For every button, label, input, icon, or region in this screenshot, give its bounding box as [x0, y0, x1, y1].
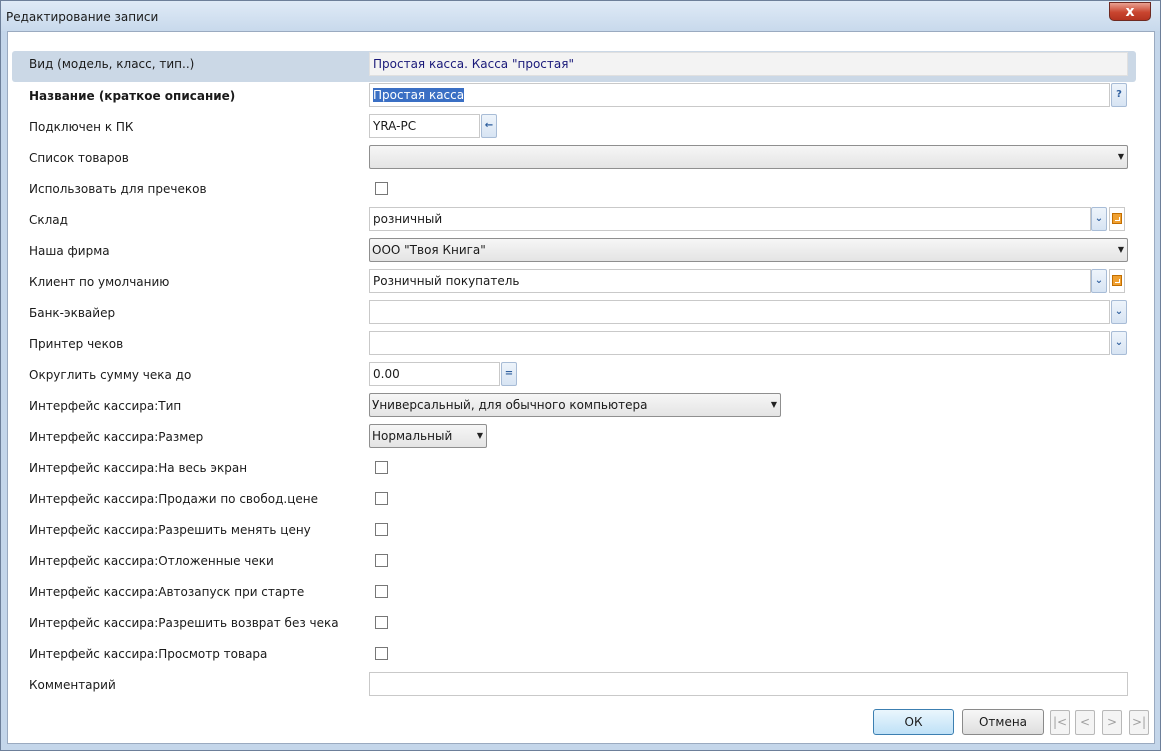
open-record-icon [1112, 275, 1122, 286]
dropdown-arrow-icon: ▼ [770, 400, 777, 409]
chevron-down-icon: ⌄ [1114, 337, 1124, 348]
prechecks-label: Использовать для пречеков [29, 182, 207, 196]
receipt-printer-input[interactable] [369, 331, 1110, 355]
chevron-down-icon: ⌄ [1094, 275, 1104, 286]
cashier-type-label: Интерфейс кассира:Тип [29, 399, 182, 413]
title-bar: Редактирование записи x [1, 1, 1160, 31]
warehouse-label: Склад [29, 213, 68, 227]
warehouse-input[interactable]: розничный [369, 207, 1091, 231]
cashier-size-label: Интерфейс кассира:Размер [29, 430, 204, 444]
our-company-value: ООО "Твоя Книга" [372, 243, 486, 257]
nav-first-icon[interactable]: |< [1050, 710, 1070, 735]
autostart-checkbox[interactable] [375, 585, 388, 598]
nav-next-icon[interactable]: > [1102, 710, 1122, 735]
open-record-icon [1112, 213, 1122, 224]
equals-button[interactable]: = [501, 362, 517, 386]
chevron-down-icon: ⌄ [1094, 213, 1104, 224]
form-area [7, 31, 1155, 744]
comment-label: Комментарий [29, 678, 116, 692]
window-title: Редактирование записи [6, 10, 159, 24]
prechecks-checkbox[interactable] [375, 182, 388, 195]
client-dropdown-button[interactable]: ⌄ [1091, 269, 1107, 293]
goods-list-select[interactable]: ▼ [369, 145, 1128, 169]
goods-list-label: Список товаров [29, 151, 129, 165]
kind-label: Вид (модель, класс, тип..) [29, 57, 195, 71]
warehouse-dropdown-button[interactable]: ⌄ [1091, 207, 1107, 231]
cashier-type-value: Универсальный, для обычного компьютера [372, 398, 648, 412]
cashier-size-value: Нормальный [372, 429, 453, 443]
our-company-label: Наша фирма [29, 244, 110, 258]
name-input-text: Простая касса [373, 88, 465, 102]
cashier-type-select[interactable]: Универсальный, для обычного компьютера ▼ [369, 393, 781, 417]
default-client-label: Клиент по умолчанию [29, 275, 170, 289]
autostart-label: Интерфейс кассира:Автозапуск при старте [29, 585, 305, 599]
ok-button[interactable]: ОК [873, 709, 954, 735]
fullscreen-label: Интерфейс кассира:На весь экран [29, 461, 248, 475]
edit-record-window: Редактирование записи x Вид (модель, кла… [0, 0, 1161, 751]
acquiring-bank-input[interactable] [369, 300, 1110, 324]
connected-pc-input[interactable]: YRA-PC [369, 114, 480, 138]
kind-field: Простая касса. Касса "простая" [369, 52, 1128, 76]
allow-price-change-label: Интерфейс кассира:Разрешить менять цену [29, 523, 311, 537]
round-sum-label: Округлить сумму чека до [29, 368, 192, 382]
name-label: Название (краткое описание) [29, 89, 236, 103]
printer-dropdown-button[interactable]: ⌄ [1111, 331, 1127, 355]
deferred-receipts-checkbox[interactable] [375, 554, 388, 567]
product-view-checkbox[interactable] [375, 647, 388, 660]
return-without-receipt-label: Интерфейс кассира:Разрешить возврат без … [29, 616, 339, 630]
product-view-label: Интерфейс кассира:Просмотр товара [29, 647, 268, 661]
dropdown-arrow-icon: ▼ [1117, 152, 1124, 161]
round-sum-input[interactable]: 0.00 [369, 362, 500, 386]
default-client-input[interactable]: Розничный покупатель [369, 269, 1091, 293]
cashier-size-select[interactable]: Нормальный ▼ [369, 424, 487, 448]
arrow-left-button[interactable]: ← [481, 114, 497, 138]
receipt-printer-label: Принтер чеков [29, 337, 124, 351]
name-input[interactable]: Простая касса [369, 83, 1110, 107]
close-button[interactable]: x [1109, 2, 1151, 21]
acquiring-bank-label: Банк-эквайер [29, 306, 116, 320]
comment-input[interactable] [369, 672, 1128, 696]
fullscreen-checkbox[interactable] [375, 461, 388, 474]
bank-dropdown-button[interactable]: ⌄ [1111, 300, 1127, 324]
deferred-receipts-label: Интерфейс кассира:Отложенные чеки [29, 554, 274, 568]
nav-last-icon[interactable]: >| [1129, 710, 1149, 735]
chevron-down-icon: ⌄ [1114, 306, 1124, 317]
return-without-receipt-checkbox[interactable] [375, 616, 388, 629]
client-open-button[interactable] [1109, 269, 1125, 293]
connected-pc-label: Подключен к ПК [29, 120, 134, 134]
allow-price-change-checkbox[interactable] [375, 523, 388, 536]
dropdown-arrow-icon: ▼ [476, 431, 483, 440]
nav-prev-icon[interactable]: < [1075, 710, 1095, 735]
warehouse-open-button[interactable] [1109, 207, 1125, 231]
cancel-button[interactable]: Отмена [962, 709, 1044, 735]
free-price-sales-checkbox[interactable] [375, 492, 388, 505]
dropdown-arrow-icon: ▼ [1117, 245, 1124, 254]
help-button[interactable]: ? [1111, 83, 1127, 107]
our-company-select[interactable]: ООО "Твоя Книга" ▼ [369, 238, 1128, 262]
free-price-sales-label: Интерфейс кассира:Продажи по свобод.цене [29, 492, 318, 506]
